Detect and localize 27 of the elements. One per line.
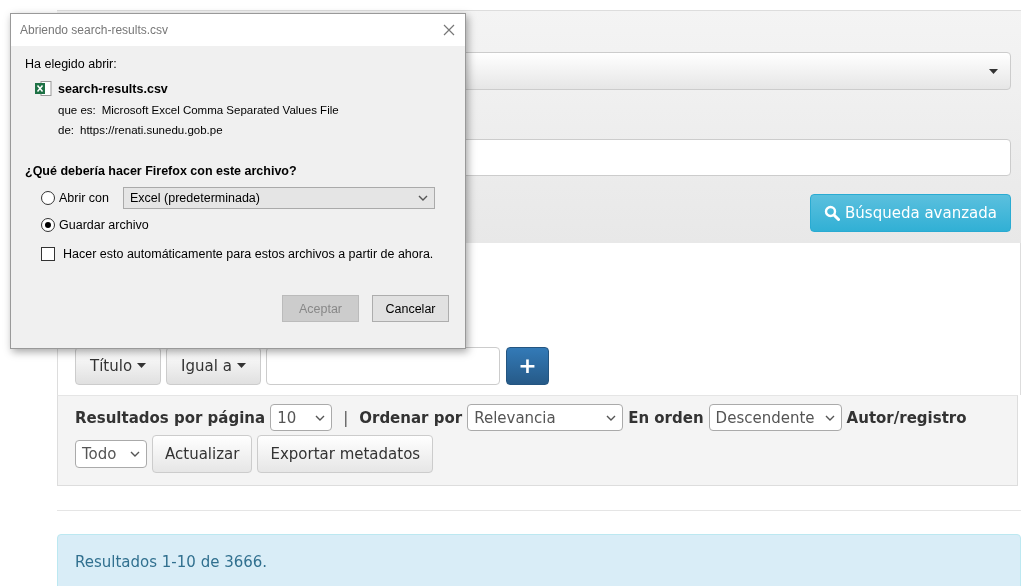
- option-label: Guardar archivo: [59, 218, 149, 232]
- checkbox-label: Hacer esto automáticamente para estos archivos a partir de ahora.: [63, 247, 434, 261]
- file-name: search-results.csv: [58, 81, 168, 96]
- author-label: Autor/registro: [846, 408, 967, 427]
- operator-dropdown[interactable]: Igual a: [166, 346, 261, 385]
- order-label: En orden: [628, 408, 704, 427]
- intro-text: Ha elegido abrir:: [25, 57, 118, 71]
- type-value: Microsoft Excel Comma Separated Values File: [101, 104, 339, 116]
- results-alert: Resultados 1-10 de 3666.: [57, 534, 1021, 586]
- add-filter-button[interactable]: +: [505, 346, 549, 385]
- dialog-title: Abriendo search-results.csv: [20, 23, 169, 37]
- order-select[interactable]: Descendente: [708, 404, 842, 431]
- author-select[interactable]: Todo: [75, 440, 147, 468]
- application-select[interactable]: Excel (predeterminada): [123, 187, 436, 209]
- question-text: ¿Qué debería hacer Firefox con este archivo?: [25, 164, 298, 178]
- dialog-button[interactable]: Cancelar: [372, 295, 449, 322]
- source-value: https://renati.sunedu.gob.pe: [80, 124, 223, 136]
- sort-select[interactable]: Relevancia: [467, 404, 624, 431]
- update-button[interactable]: Actualizar: [152, 435, 253, 473]
- per-page-label: Resultados por página: [75, 408, 266, 427]
- type-label: que es:: [58, 104, 96, 116]
- per-page-select[interactable]: 10: [270, 404, 333, 431]
- sort-label: Ordenar por: [359, 408, 463, 427]
- option-label: Abrir con: [59, 191, 110, 205]
- source-label: de:: [58, 124, 74, 136]
- separator: |: [342, 408, 350, 427]
- export-button[interactable]: Exportar metadatos: [257, 435, 434, 473]
